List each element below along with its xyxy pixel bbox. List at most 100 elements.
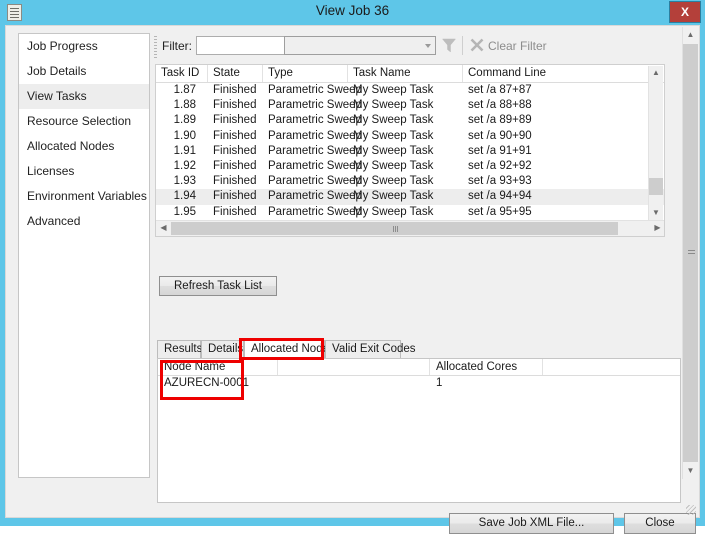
table-row[interactable]: 1.94 Finished Parametric Sweep My Sweep Tas… [156,189,664,205]
scroll-up-icon[interactable]: ▲ [649,66,663,81]
close-button[interactable]: Close [624,513,696,534]
filter-value-combo[interactable] [284,36,436,55]
scroll-thumb[interactable] [171,222,618,235]
task-grid-horizontal-scrollbar[interactable]: ◀ ▶ [156,220,664,236]
cell-node-name: AZURECN-0001 [164,377,249,389]
close-window-button[interactable]: X [669,1,701,23]
sidebar-item-resource-selection[interactable]: Resource Selection [19,109,149,134]
cell-state: Finished [213,190,257,203]
cell-task-id: 1.89 [173,114,196,127]
cell-type: Parametric Sweep [268,129,362,142]
tab-allocated-nodes[interactable]: Allocated Nodes [244,340,335,358]
cell-task-name: My Sweep Task [353,190,434,203]
cell-task-name: My Sweep Task [353,99,434,112]
cell-command-line: set /a 90+90 [468,129,532,142]
cell-command-line: set /a 91+91 [468,144,532,157]
table-row[interactable]: 1.95 Finished Parametric Sweep My Sweep Tas… [156,205,664,220]
cell-task-id: 1.92 [173,159,196,172]
scroll-left-icon[interactable]: ◀ [156,221,171,236]
tab-details[interactable]: Details [201,340,244,358]
column-header-task-name[interactable]: Task Name [348,65,463,82]
client-area: Job Progress Job Details View Tasks Reso… [5,25,700,534]
filter-label: Filter: [162,39,192,53]
sidebar-item-allocated-nodes[interactable]: Allocated Nodes [19,134,149,159]
cell-command-line: set /a 94+94 [468,190,532,203]
table-row[interactable]: AZURECN-0001 1 [158,376,680,391]
save-job-xml-button[interactable]: Save Job XML File... [449,513,614,534]
cell-command-line: set /a 87+87 [468,84,532,96]
scroll-thumb-grip [687,250,695,256]
cell-task-id: 1.90 [173,129,196,142]
scroll-up-icon[interactable]: ▲ [683,27,698,43]
resize-grip[interactable] [686,505,696,515]
cell-state: Finished [213,99,257,112]
close-x-icon[interactable] [470,38,484,52]
cell-type: Parametric Sweep [268,114,362,127]
task-grid-vertical-scrollbar[interactable]: ▲ ▼ [648,66,663,221]
cell-task-id: 1.93 [173,175,196,188]
tab-valid-exit-codes[interactable]: Valid Exit Codes [325,340,416,358]
allocated-nodes-header: Node Name Allocated Cores [158,359,680,376]
sidebar-item-job-progress[interactable]: Job Progress [19,34,149,59]
cell-task-name: My Sweep Task [353,159,434,172]
refresh-task-list-button[interactable]: Refresh Task List [159,276,277,296]
toolbar-drag-handle[interactable] [154,36,157,58]
cell-command-line: set /a 93+93 [468,175,532,188]
table-row[interactable]: 1.91 Finished Parametric Sweep My Sweep Tas… [156,144,664,159]
table-row[interactable]: 1.92 Finished Parametric Sweep My Sweep Tas… [156,159,664,174]
table-row[interactable]: 1.88 Finished Parametric Sweep My Sweep Tas… [156,98,664,113]
sidebar-nav: Job Progress Job Details View Tasks Reso… [18,33,150,478]
sidebar-item-job-details[interactable]: Job Details [19,59,149,84]
cell-state: Finished [213,159,257,172]
cell-task-name: My Sweep Task [353,129,434,142]
column-header-node-name[interactable]: Node Name [158,359,278,375]
table-row[interactable]: 1.89 Finished Parametric Sweep My Sweep Tas… [156,113,664,128]
cell-command-line: set /a 89+89 [468,114,532,127]
task-grid: Task ID State Type Task Name Command Lin… [155,64,665,237]
main-panel: Filter: Clear Filter Task ID State Type … [154,33,682,503]
column-header-command-line[interactable]: Command Line [463,65,650,82]
sidebar-item-licenses[interactable]: Licenses [19,159,149,184]
table-row[interactable]: 1.93 Finished Parametric Sweep My Sweep Tas… [156,174,664,189]
sidebar-item-view-tasks[interactable]: View Tasks [19,84,149,109]
column-header-spacer[interactable] [278,359,430,375]
cell-state: Finished [213,175,257,188]
scroll-thumb[interactable] [683,44,698,462]
cell-command-line: set /a 95+95 [468,205,532,218]
cell-task-id: 1.87 [173,84,196,96]
view-job-window: View Job 36 X Job Progress Job Details V… [0,0,705,534]
cell-command-line: set /a 92+92 [468,159,532,172]
cell-type: Parametric Sweep [268,205,362,218]
cell-state: Finished [213,114,257,127]
chevron-down-icon [425,44,431,48]
cell-type: Parametric Sweep [268,175,362,188]
cell-type: Parametric Sweep [268,144,362,157]
window-title: View Job 36 [315,3,390,18]
column-header-allocated-cores[interactable]: Allocated Cores [430,359,543,375]
clear-filter-button[interactable]: Clear Filter [488,39,547,53]
column-header-type[interactable]: Type [263,65,348,82]
cell-task-id: 1.94 [173,190,196,203]
title-bar: View Job 36 X [0,0,705,25]
sidebar-item-advanced[interactable]: Advanced [19,209,149,234]
sidebar-item-environment-variables[interactable]: Environment Variables [19,184,149,209]
task-grid-header: Task ID State Type Task Name Command Lin… [156,65,664,83]
allocated-nodes-grid: Node Name Allocated Cores AZURECN-0001 1 [157,358,681,503]
scroll-down-icon[interactable]: ▼ [683,463,698,479]
scroll-down-icon[interactable]: ▼ [649,206,663,221]
table-row[interactable]: 1.87 Finished Parametric Sweep My Sweep Tas… [156,83,664,98]
column-header-state[interactable]: State [208,65,263,82]
toolbar-separator [462,36,463,55]
cell-state: Finished [213,144,257,157]
scroll-thumb[interactable] [649,178,663,195]
column-header-task-id[interactable]: Task ID [156,65,208,82]
window-vertical-scrollbar[interactable]: ▲ ▼ [682,27,698,479]
table-row[interactable]: 1.90 Finished Parametric Sweep My Sweep Tas… [156,129,664,144]
cell-type: Parametric Sweep [268,99,362,112]
scroll-right-icon[interactable]: ▶ [650,221,664,236]
cell-state: Finished [213,129,257,142]
tab-results[interactable]: Results [157,340,202,358]
column-header-trailing[interactable] [543,359,680,375]
filter-toolbar: Filter: Clear Filter [154,33,682,61]
funnel-icon[interactable] [441,38,457,53]
